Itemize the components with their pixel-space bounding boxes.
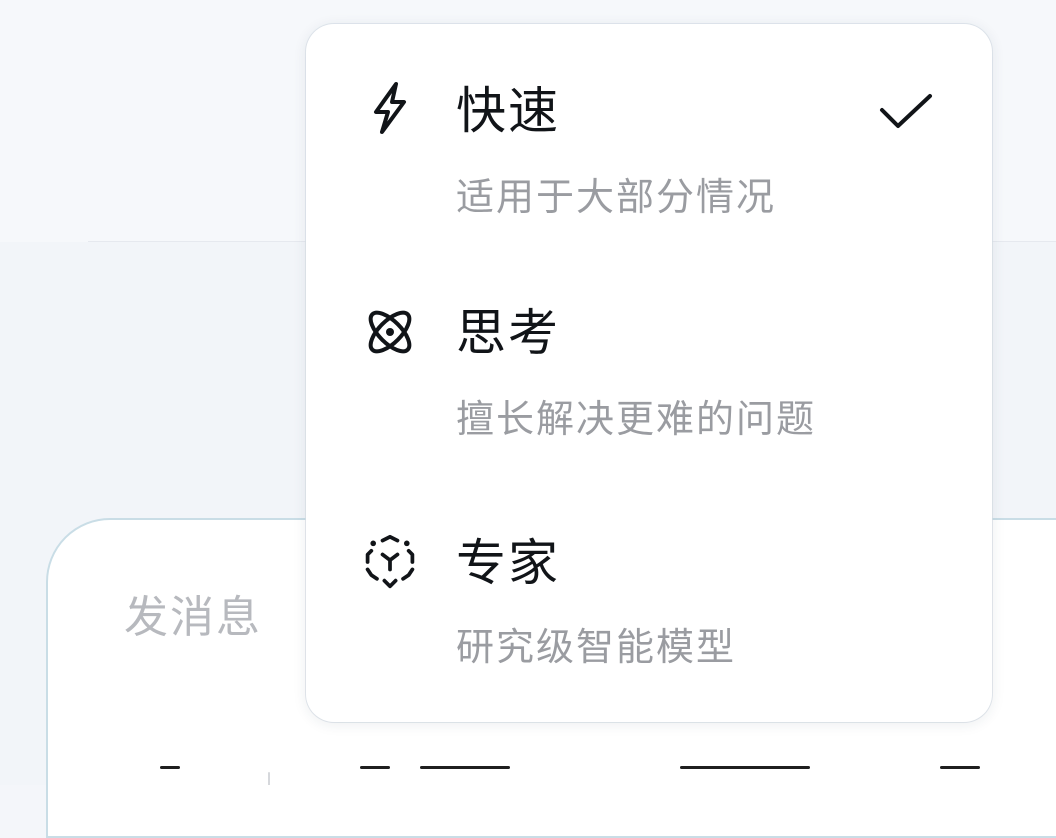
menu-item-description: 研究级智能模型	[456, 625, 737, 669]
menu-item-title: 思考	[456, 304, 560, 362]
menu-item-expert[interactable]: 专家 研究级智能模型	[306, 524, 992, 724]
toolbar-item-fragment[interactable]	[420, 766, 510, 769]
cube-expand-icon	[362, 534, 418, 590]
composer-toolbar	[120, 760, 1056, 785]
toolbar-item-fragment[interactable]	[680, 766, 810, 769]
toolbar-divider	[268, 772, 270, 785]
mode-select-menu: 快速 适用于大部分情况 思考 擅长解决更难的问题 专家 研究级智能模型	[306, 24, 992, 722]
menu-item-title: 专家	[456, 534, 560, 592]
message-input-placeholder[interactable]: 发消息	[124, 596, 262, 640]
menu-item-description: 适用于大部分情况	[456, 175, 777, 219]
toolbar-item-fragment[interactable]	[160, 766, 180, 769]
checkmark-icon	[880, 94, 932, 128]
menu-item-title: 快速	[456, 82, 560, 140]
toolbar-item-fragment[interactable]	[940, 766, 980, 769]
menu-item-think[interactable]: 思考 擅长解决更难的问题	[306, 296, 992, 496]
menu-item-fast[interactable]: 快速 适用于大部分情况	[306, 68, 992, 268]
lightning-icon	[362, 80, 418, 136]
toolbar-item-fragment[interactable]	[360, 766, 390, 769]
atom-icon	[362, 304, 418, 360]
menu-item-description: 擅长解决更难的问题	[456, 397, 817, 441]
